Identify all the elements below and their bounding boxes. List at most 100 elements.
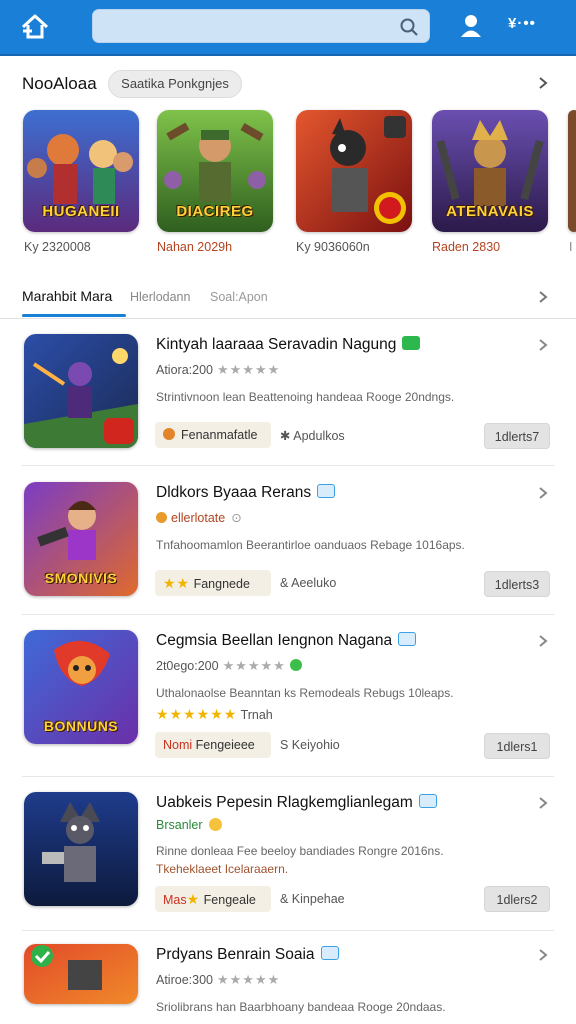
item-title: Cegmsia Beellan Iengnon Nagana — [156, 632, 417, 650]
genre-icon — [163, 428, 175, 440]
game-art-title: ATENAVAIS — [446, 203, 534, 220]
chevron-right-icon — [539, 487, 548, 499]
item-title: Prdyans Benrain Soaia — [156, 946, 339, 964]
item-meta-text: Atiora:200 — [156, 363, 213, 377]
tabs-see-more-button[interactable] — [536, 290, 550, 304]
item-description: Uthalonaolse Beanntan ks Remodeals Rebug… — [156, 686, 454, 700]
featured-card-caption: Raden 2830 — [432, 240, 501, 254]
featured-game-card-1[interactable]: HUGANEII — [23, 110, 139, 232]
top-app-bar: ¥·•• — [0, 0, 576, 56]
item-title: Uabkeis Pepesin Rlagkemglianlegam — [156, 794, 437, 812]
genre-label: Fengeale — [203, 893, 256, 907]
rating-stars: ★★★★★ — [216, 362, 281, 377]
genre-pill[interactable]: Fenanmafatle — [155, 422, 271, 448]
featured-game-card-4[interactable]: ATENAVAIS — [432, 110, 548, 232]
featured-see-more-button[interactable] — [536, 76, 550, 90]
info-icon: ⊙ — [231, 511, 242, 525]
verified-badge-icon — [418, 794, 437, 808]
category-label: & Aeeluko — [280, 576, 337, 590]
game-icon — [24, 334, 138, 448]
game-art-title: DIACIREG — [176, 203, 254, 220]
rating-stars: ★★★★★ — [216, 972, 281, 987]
featured-game-card-5-partial[interactable] — [568, 110, 576, 232]
install-button[interactable]: 1dlers2 — [484, 886, 550, 912]
item-description: Sriolibrans han Baarbhoany bandeaa Rooge… — [156, 1000, 446, 1014]
chevron-right-icon — [539, 797, 548, 809]
genre-pill[interactable]: ★★ Fangnede — [155, 570, 271, 596]
game-icon — [24, 792, 138, 906]
item-title-text: Prdyans Benrain Soaia — [156, 946, 315, 963]
genre-pill[interactable]: Nomi Fengeieee — [155, 732, 271, 758]
star-icon: ★★ — [163, 575, 191, 591]
tabs-divider — [0, 318, 576, 319]
item-title-text: Cegmsia Beellan Iengnon Nagana — [156, 632, 393, 649]
install-button[interactable]: 1dlerts7 — [484, 423, 550, 449]
item-meta-text: Atiroe:300 — [156, 973, 213, 987]
rating-stars: ★★★★★★ — [156, 706, 238, 722]
genre-label: Fangnede — [193, 577, 250, 591]
rating-stars: ★★★★★ — [222, 658, 286, 673]
genre-label: Fenanmafatle — [181, 428, 258, 442]
divider — [22, 614, 554, 615]
featured-game-card-2[interactable]: DIACIREG — [157, 110, 273, 232]
item-title-text: Uabkeis Pepesin Rlagkemglianlegam — [156, 794, 413, 811]
tab-active[interactable]: Marahbit Mara — [22, 288, 112, 304]
item-title: Kintyah laaraaa Seravadin Nagung — [156, 336, 421, 354]
overflow-menu[interactable]: ¥·•• — [508, 15, 536, 32]
star-icon: ★ — [186, 891, 201, 907]
game-art-title: HUGANEII — [42, 203, 120, 220]
install-button[interactable]: 1dlerts3 — [484, 571, 550, 597]
developer-icon — [156, 512, 167, 523]
item-open-button[interactable] — [536, 634, 550, 648]
game-art-title: BONNUNS — [43, 718, 119, 734]
item-open-button[interactable] — [536, 338, 550, 352]
game-icon: BONNUNS — [24, 630, 138, 744]
divider — [22, 776, 554, 777]
genre-pill[interactable]: Mas★ Fengeale — [155, 886, 271, 912]
verified-badge-icon — [317, 484, 336, 498]
emoji-icon — [208, 818, 222, 831]
active-tab-indicator — [22, 314, 126, 317]
divider — [22, 465, 554, 466]
item-meta: ellerlotate ⊙ — [156, 510, 242, 525]
search-icon[interactable] — [399, 17, 419, 37]
home-button[interactable] — [18, 10, 52, 44]
tab-3[interactable]: Soal:Apon — [210, 290, 268, 304]
verified-badge-icon — [402, 336, 421, 350]
category-label: ✱ Apdulkos — [280, 429, 345, 443]
featured-filter-chip[interactable]: Saatika Ponkgnjes — [108, 70, 242, 98]
item-open-button[interactable] — [536, 948, 550, 962]
item-description: Tnfahoomamlon Beerantirloe oanduaos Reba… — [156, 538, 465, 552]
item-meta: Brsanler — [156, 818, 222, 832]
item-meta-text: 2t0ego:200 — [156, 659, 219, 673]
install-button[interactable]: 1dlers1 — [484, 733, 550, 759]
item-meta-text: ellerlotate — [171, 511, 226, 525]
item-description-secondary: Tkeheklaeet Icelaraaern. — [156, 862, 289, 876]
verified-badge-icon — [398, 632, 417, 646]
check-icon — [289, 659, 302, 671]
item-description: Strintivnoon lean Beattenoing handeaa Ro… — [156, 390, 455, 404]
tab-2[interactable]: Hlerlodann — [130, 290, 190, 304]
chevron-right-icon — [539, 339, 548, 351]
item-meta: Atiroe:300 ★★★★★ — [156, 972, 280, 988]
genre-label: Fengeieee — [195, 738, 255, 752]
featured-card-caption: I — [569, 240, 573, 254]
category-label: S Keiyohio — [280, 738, 340, 752]
game-art-image — [296, 110, 412, 232]
chevron-right-icon — [539, 635, 548, 647]
home-icon — [21, 14, 49, 39]
item-open-button[interactable] — [536, 796, 550, 810]
item-description: Rinne donleaa Fee beeloy bandiades Rongr… — [156, 844, 444, 858]
genre-prefix: Mas — [163, 893, 187, 907]
chevron-right-icon — [539, 77, 548, 89]
account-button[interactable] — [458, 12, 484, 40]
game-icon — [24, 944, 138, 1004]
game-icon: SMONIVIS — [24, 482, 138, 596]
chevron-right-icon — [539, 291, 548, 303]
search-input[interactable] — [92, 9, 430, 43]
game-art-title: SMONIVIS — [44, 570, 118, 586]
featured-game-card-3[interactable] — [296, 110, 412, 232]
item-rating-row: ★★★★★★ Trnah — [156, 706, 273, 723]
item-open-button[interactable] — [536, 486, 550, 500]
genre-prefix: Nomi — [163, 738, 193, 752]
